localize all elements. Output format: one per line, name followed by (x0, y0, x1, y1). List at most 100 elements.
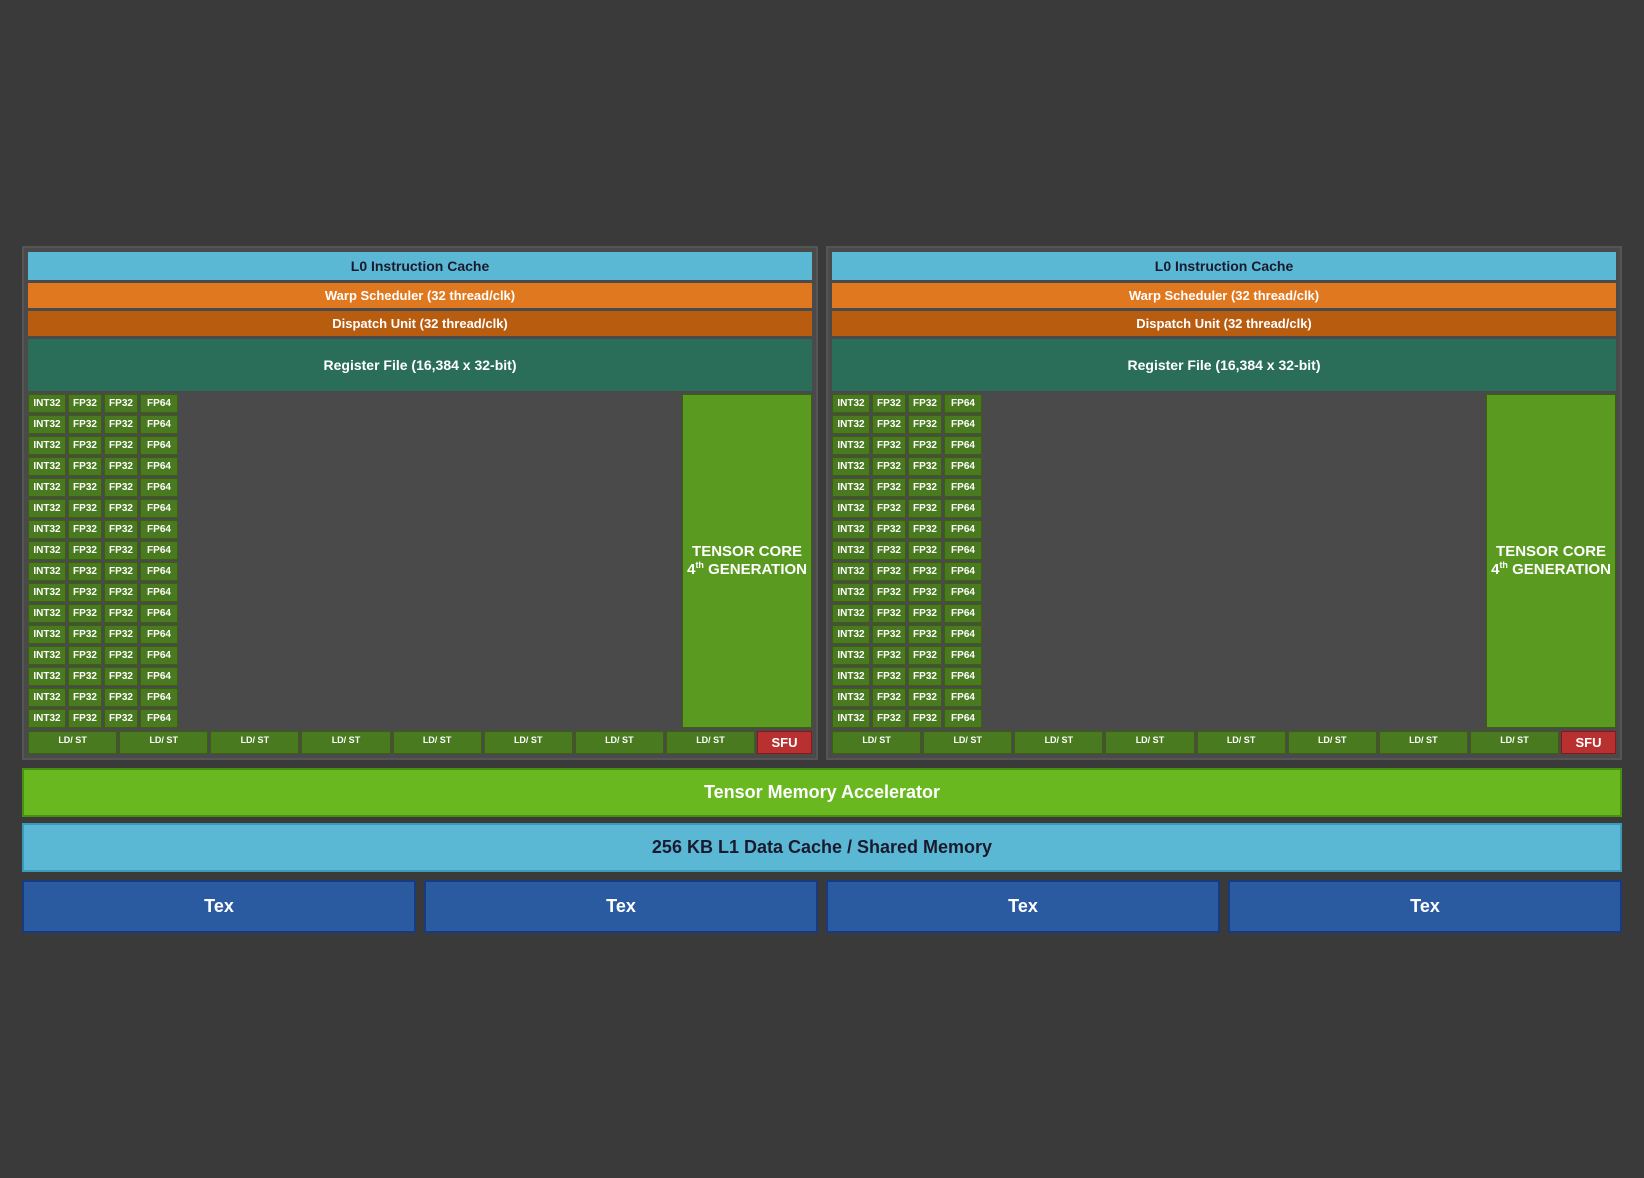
unit-cell-1-8-0: INT32 (28, 562, 66, 581)
unit-cell-1-8-2: FP32 (104, 562, 138, 581)
unit-cell-1-5-3: FP64 (140, 499, 178, 518)
unit-cell-2-8-1: FP32 (872, 562, 906, 581)
compute-row-1-11: INT32FP32FP32FP64 (28, 625, 679, 644)
unit-cell-1-4-1: FP32 (68, 478, 102, 497)
unit-cell-2-5-0: INT32 (832, 499, 870, 518)
unit-cell-1-1-1: FP32 (68, 415, 102, 434)
unit-cell-2-1-1: FP32 (872, 415, 906, 434)
unit-cell-2-12-1: FP32 (872, 646, 906, 665)
ldst-cell-1-3: LD/ ST (301, 731, 390, 754)
left-units-1: INT32FP32FP32FP64INT32FP32FP32FP64INT32F… (28, 394, 679, 728)
compute-row-2-0: INT32FP32FP32FP64 (832, 394, 1483, 413)
compute-row-2-1: INT32FP32FP32FP64 (832, 415, 1483, 434)
compute-row-2-15: INT32FP32FP32FP64 (832, 709, 1483, 728)
unit-cell-2-14-3: FP64 (944, 688, 982, 707)
compute-row-2-9: INT32FP32FP32FP64 (832, 583, 1483, 602)
unit-cell-2-8-3: FP64 (944, 562, 982, 581)
unit-cell-2-6-1: FP32 (872, 520, 906, 539)
unit-cell-2-2-3: FP64 (944, 436, 982, 455)
ldst-cell-1-2: LD/ ST (210, 731, 299, 754)
ldst-cell-1-1: LD/ ST (119, 731, 208, 754)
unit-cell-2-4-1: FP32 (872, 478, 906, 497)
compute-row-2-13: INT32FP32FP32FP64 (832, 667, 1483, 686)
compute-row-1-12: INT32FP32FP32FP64 (28, 646, 679, 665)
sfu-2: SFU (1561, 731, 1616, 754)
unit-cell-1-9-3: FP64 (140, 583, 178, 602)
ldst-cell-2-3: LD/ ST (1105, 731, 1194, 754)
unit-cell-2-2-1: FP32 (872, 436, 906, 455)
compute-row-2-7: INT32FP32FP32FP64 (832, 541, 1483, 560)
unit-cell-2-3-1: FP32 (872, 457, 906, 476)
unit-cell-1-14-0: INT32 (28, 688, 66, 707)
ldst-cell-1-6: LD/ ST (575, 731, 664, 754)
unit-cell-2-13-3: FP64 (944, 667, 982, 686)
ldst-cell-1-5: LD/ ST (484, 731, 573, 754)
unit-cell-1-7-0: INT32 (28, 541, 66, 560)
compute-row-2-3: INT32FP32FP32FP64 (832, 457, 1483, 476)
unit-cell-1-12-1: FP32 (68, 646, 102, 665)
compute-row-1-9: INT32FP32FP32FP64 (28, 583, 679, 602)
ldst-cell-2-7: LD/ ST (1470, 731, 1559, 754)
unit-cell-1-12-0: INT32 (28, 646, 66, 665)
unit-cell-1-0-0: INT32 (28, 394, 66, 413)
unit-cell-1-8-1: FP32 (68, 562, 102, 581)
unit-cell-2-13-1: FP32 (872, 667, 906, 686)
unit-cell-1-3-3: FP64 (140, 457, 178, 476)
compute-row-2-6: INT32FP32FP32FP64 (832, 520, 1483, 539)
compute-row-1-15: INT32FP32FP32FP64 (28, 709, 679, 728)
compute-row-2-12: INT32FP32FP32FP64 (832, 646, 1483, 665)
unit-cell-1-10-2: FP32 (104, 604, 138, 623)
unit-cell-2-0-3: FP64 (944, 394, 982, 413)
unit-cell-1-11-0: INT32 (28, 625, 66, 644)
unit-cell-2-9-1: FP32 (872, 583, 906, 602)
unit-cell-2-2-0: INT32 (832, 436, 870, 455)
ldst-cell-2-6: LD/ ST (1379, 731, 1468, 754)
unit-cell-2-8-0: INT32 (832, 562, 870, 581)
unit-cell-2-8-2: FP32 (908, 562, 942, 581)
ldst-cell-1-0: LD/ ST (28, 731, 117, 754)
unit-cell-2-7-3: FP64 (944, 541, 982, 560)
unit-cell-2-0-2: FP32 (908, 394, 942, 413)
main-container: L0 Instruction Cache Warp Scheduler (32 … (22, 246, 1622, 760)
tensor-core-line1: TENSOR CORE (692, 543, 802, 560)
unit-cell-2-14-0: INT32 (832, 688, 870, 707)
unit-cell-1-6-2: FP32 (104, 520, 138, 539)
unit-cell-2-3-0: INT32 (832, 457, 870, 476)
tex-row: TexTexTexTex (22, 880, 1622, 933)
compute-row-2-10: INT32FP32FP32FP64 (832, 604, 1483, 623)
unit-cell-2-9-0: INT32 (832, 583, 870, 602)
unit-cell-2-3-3: FP64 (944, 457, 982, 476)
left-units-2: INT32FP32FP32FP64INT32FP32FP32FP64INT32F… (832, 394, 1483, 728)
register-file-2: Register File (16,384 x 32-bit) (832, 339, 1616, 391)
unit-cell-2-0-0: INT32 (832, 394, 870, 413)
compute-row-2-14: INT32FP32FP32FP64 (832, 688, 1483, 707)
unit-cell-1-3-2: FP32 (104, 457, 138, 476)
unit-cell-1-10-1: FP32 (68, 604, 102, 623)
unit-cell-1-13-3: FP64 (140, 667, 178, 686)
unit-cell-2-13-0: INT32 (832, 667, 870, 686)
unit-cell-2-1-0: INT32 (832, 415, 870, 434)
unit-cell-2-6-0: INT32 (832, 520, 870, 539)
unit-cell-1-5-2: FP32 (104, 499, 138, 518)
unit-cell-2-3-2: FP32 (908, 457, 942, 476)
sm-block-2: L0 Instruction Cache Warp Scheduler (32 … (826, 246, 1622, 760)
compute-row-1-8: INT32FP32FP32FP64 (28, 562, 679, 581)
unit-cell-2-7-1: FP32 (872, 541, 906, 560)
unit-cell-2-0-1: FP32 (872, 394, 906, 413)
unit-cell-1-6-0: INT32 (28, 520, 66, 539)
sm-block-1: L0 Instruction Cache Warp Scheduler (32 … (22, 246, 818, 760)
ldst-cell-2-4: LD/ ST (1197, 731, 1286, 754)
l0-cache-1: L0 Instruction Cache (28, 252, 812, 280)
compute-row-1-3: INT32FP32FP32FP64 (28, 457, 679, 476)
unit-cell-2-12-2: FP32 (908, 646, 942, 665)
unit-cell-1-4-2: FP32 (104, 478, 138, 497)
unit-cell-1-2-0: INT32 (28, 436, 66, 455)
unit-cell-1-2-3: FP64 (140, 436, 178, 455)
compute-area-1: INT32FP32FP32FP64INT32FP32FP32FP64INT32F… (28, 394, 812, 728)
unit-cell-2-7-2: FP32 (908, 541, 942, 560)
unit-cell-1-0-3: FP64 (140, 394, 178, 413)
unit-cell-2-4-2: FP32 (908, 478, 942, 497)
unit-cell-2-4-0: INT32 (832, 478, 870, 497)
unit-cell-2-11-1: FP32 (872, 625, 906, 644)
unit-cell-2-1-2: FP32 (908, 415, 942, 434)
